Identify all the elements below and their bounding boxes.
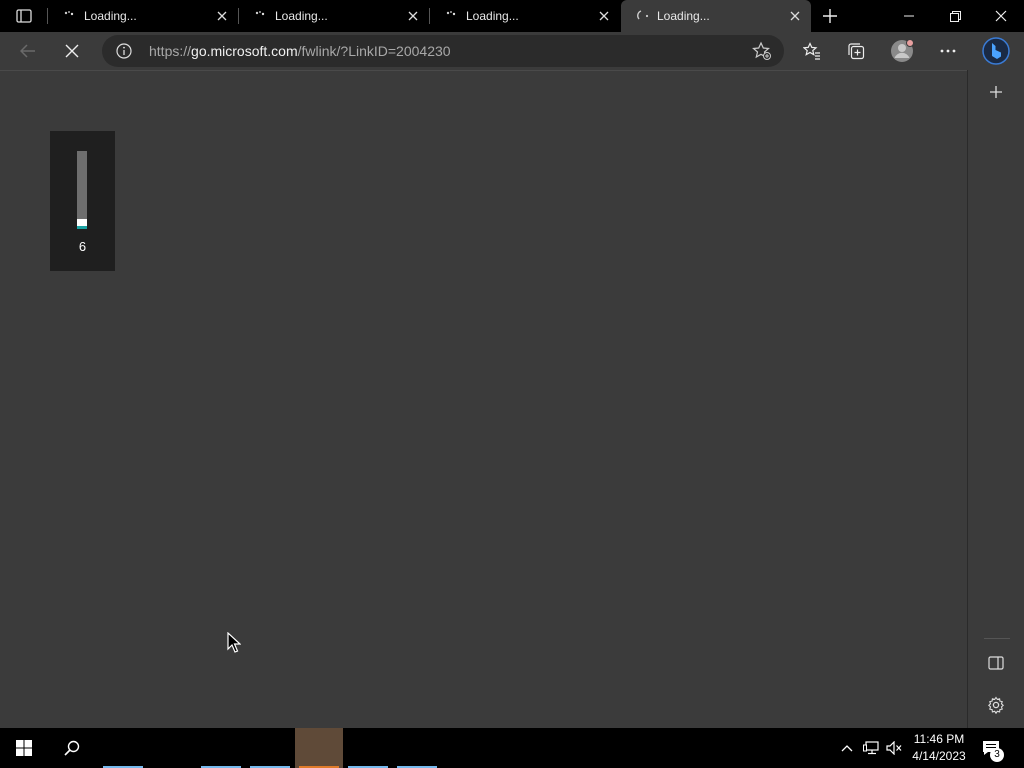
loading-spinner-icon <box>444 8 460 24</box>
restore-button[interactable] <box>932 0 978 32</box>
volume-level-accent <box>77 226 87 229</box>
address-bar[interactable]: https://go.microsoft.com/fwlink/?LinkID=… <box>102 35 784 67</box>
edge-sidebar <box>967 70 1024 728</box>
volume-osd: 6 <box>50 131 115 271</box>
close-icon <box>790 11 800 21</box>
close-icon <box>995 10 1007 22</box>
back-button[interactable] <box>12 35 44 67</box>
minimize-icon <box>904 15 914 17</box>
mouse-cursor-icon <box>227 632 241 653</box>
tab-2[interactable]: Loading... <box>239 0 429 32</box>
volume-button[interactable] <box>883 728 905 768</box>
customize-sidebar-button[interactable] <box>982 691 1010 719</box>
taskbar-app-edge-active[interactable] <box>295 728 343 768</box>
windows-taskbar: 11:46 PM 4/14/2023 3 <box>0 728 1024 768</box>
tab-title: Loading... <box>275 9 328 23</box>
taskbar-app-3[interactable] <box>197 728 245 768</box>
tab-title: Loading... <box>466 9 519 23</box>
new-tab-button[interactable] <box>818 4 842 28</box>
windows-logo-icon <box>16 740 32 756</box>
page-content: 6 <box>0 70 967 729</box>
sidebar-panel-icon <box>988 656 1004 670</box>
add-favorite-icon[interactable] <box>752 41 772 61</box>
show-hidden-icons-button[interactable] <box>836 728 858 768</box>
close-icon <box>217 11 227 21</box>
taskbar-app-6[interactable] <box>344 728 392 768</box>
tab-close-button[interactable] <box>212 6 232 26</box>
url-host: go.microsoft.com <box>191 43 298 59</box>
search-button[interactable] <box>48 728 96 768</box>
tab-actions-button[interactable] <box>10 6 38 26</box>
loading-spinner-icon <box>62 8 78 24</box>
volume-level-value: 6 <box>78 239 87 254</box>
network-icon <box>863 741 879 755</box>
tab-4-active[interactable]: Loading... <box>621 0 811 32</box>
url-text[interactable]: https://go.microsoft.com/fwlink/?LinkID=… <box>149 35 451 67</box>
sidebar-add-button[interactable] <box>982 78 1010 106</box>
more-dots-icon <box>940 49 956 53</box>
start-button[interactable] <box>0 728 48 768</box>
volume-level-bar <box>77 151 87 229</box>
url-path: /fwlink/?LinkID=2004230 <box>297 43 451 59</box>
taskbar-app-1[interactable] <box>99 728 147 768</box>
notification-count-badge: 3 <box>990 748 1004 762</box>
hide-sidebar-button[interactable] <box>982 649 1010 677</box>
network-button[interactable] <box>860 728 882 768</box>
search-icon <box>64 740 80 756</box>
avatar-icon <box>891 39 914 62</box>
tab-3[interactable]: Loading... <box>430 0 620 32</box>
taskbar-app-4[interactable] <box>246 728 294 768</box>
close-window-button[interactable] <box>978 0 1024 32</box>
tab-close-button[interactable] <box>403 6 423 26</box>
tab-title: Loading... <box>657 9 710 23</box>
taskbar-app-2[interactable] <box>148 728 196 768</box>
tab-close-button[interactable] <box>785 6 805 26</box>
loading-spinner-icon <box>253 8 269 24</box>
close-icon <box>408 11 418 21</box>
collections-button[interactable] <box>840 35 872 67</box>
back-arrow-icon <box>20 44 35 58</box>
tab-close-button[interactable] <box>594 6 614 26</box>
tab-actions-icon <box>16 9 32 23</box>
taskbar-clock[interactable]: 11:46 PM 4/14/2023 <box>906 728 972 768</box>
stop-loading-button[interactable] <box>56 35 88 67</box>
speaker-muted-icon <box>886 741 902 755</box>
info-icon[interactable] <box>116 43 132 59</box>
tab-1[interactable]: Loading... <box>48 0 238 32</box>
favorites-icon <box>803 42 820 60</box>
minimize-button[interactable] <box>886 0 932 32</box>
taskbar-app-7[interactable] <box>393 728 441 768</box>
favorites-button[interactable] <box>796 35 828 67</box>
restore-icon <box>949 10 961 22</box>
sidebar-divider <box>984 638 1010 639</box>
close-icon <box>599 11 609 21</box>
loading-spinner-icon <box>635 8 651 24</box>
clock-time: 11:46 PM <box>913 732 965 746</box>
plus-icon <box>823 9 837 23</box>
bing-icon <box>982 37 1010 65</box>
browser-toolbar: https://go.microsoft.com/fwlink/?LinkID=… <box>0 32 1024 70</box>
tab-strip: Loading... Loading... Loading... Loading… <box>0 0 1024 32</box>
url-protocol: https:// <box>149 43 192 59</box>
chevron-up-icon <box>841 745 853 752</box>
collections-icon <box>848 43 865 60</box>
clock-date: 4/14/2023 <box>912 749 966 763</box>
profile-button[interactable] <box>886 35 918 67</box>
close-icon <box>65 44 79 58</box>
bing-chat-button[interactable] <box>980 35 1012 67</box>
settings-and-more-button[interactable] <box>932 35 964 67</box>
plus-icon <box>990 86 1002 98</box>
gear-icon <box>987 696 1005 714</box>
action-center-button[interactable]: 3 <box>978 728 1008 768</box>
tab-title: Loading... <box>84 9 137 23</box>
